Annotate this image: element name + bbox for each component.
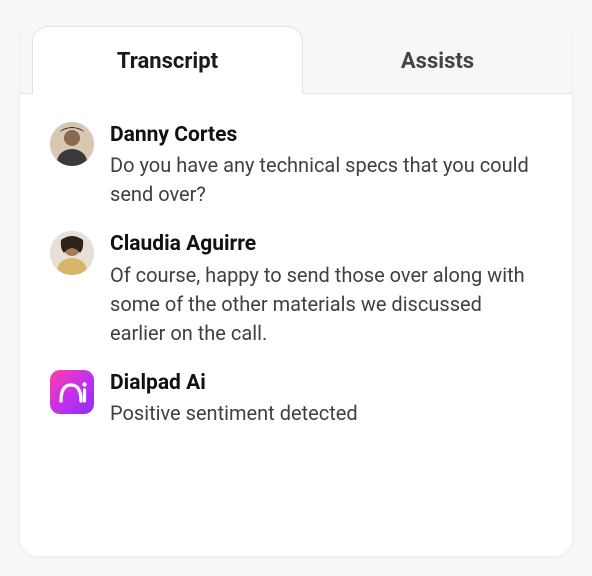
tab-assists[interactable]: Assists (303, 27, 572, 94)
speaker-name: Dialpad Ai (110, 370, 542, 397)
transcript-entry: Claudia Aguirre Of course, happy to send… (50, 231, 542, 347)
tab-transcript-label: Transcript (117, 49, 218, 74)
speaker-name: Claudia Aguirre (110, 231, 542, 258)
entry-body: Claudia Aguirre Of course, happy to send… (110, 231, 542, 347)
ai-glyph-icon (50, 370, 94, 414)
dialpad-ai-icon (50, 370, 94, 414)
avatar (50, 231, 94, 275)
tab-assists-label: Assists (401, 49, 474, 74)
speaker-text: Positive sentiment detected (110, 399, 542, 428)
transcript-entry: Dialpad Ai Positive sentiment detected (50, 370, 542, 428)
transcript-panel: Danny Cortes Do you have any technical s… (20, 94, 572, 470)
transcript-card: Transcript Assists Danny Cortes Do you h… (20, 20, 572, 556)
avatar (50, 122, 94, 166)
speaker-name: Danny Cortes (110, 122, 542, 149)
tab-bar: Transcript Assists (20, 20, 572, 94)
entry-body: Dialpad Ai Positive sentiment detected (110, 370, 542, 428)
avatar-icon (50, 231, 94, 275)
speaker-text: Do you have any technical specs that you… (110, 151, 542, 209)
speaker-text: Of course, happy to send those over alon… (110, 261, 542, 348)
entry-body: Danny Cortes Do you have any technical s… (110, 122, 542, 209)
tab-transcript[interactable]: Transcript (32, 26, 303, 94)
transcript-entry: Danny Cortes Do you have any technical s… (50, 122, 542, 209)
avatar-icon (50, 122, 94, 166)
